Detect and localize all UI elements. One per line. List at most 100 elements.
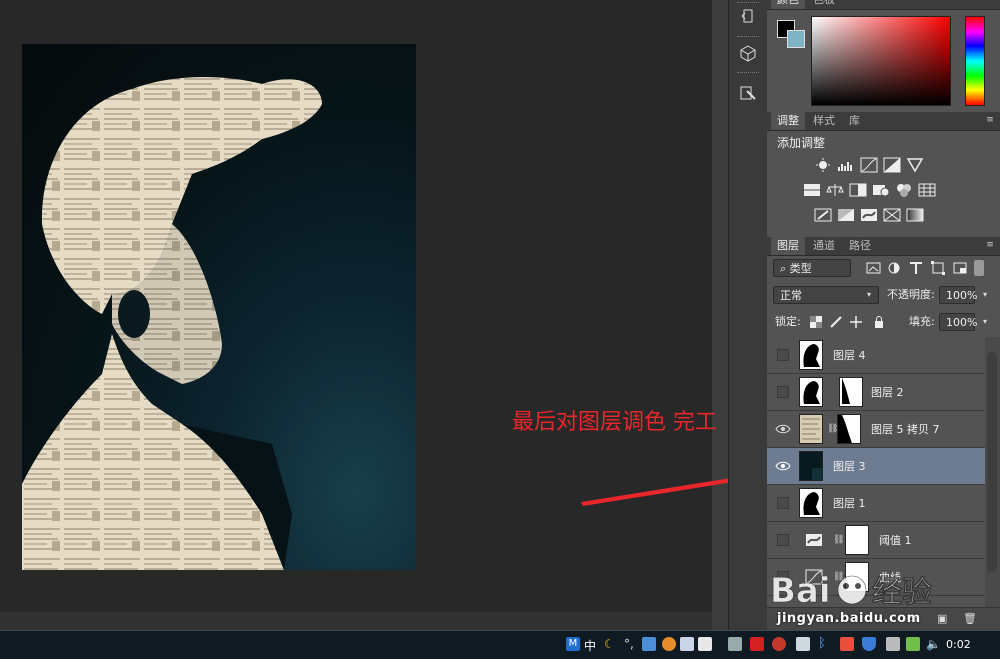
speaker-icon[interactable]: 🔈 xyxy=(926,637,941,651)
visibility-toggle[interactable] xyxy=(777,534,789,546)
tab-swatches[interactable]: 色板 xyxy=(807,0,841,9)
selective-color-icon[interactable] xyxy=(883,207,901,223)
adobe-icon[interactable] xyxy=(750,637,764,651)
color-picker-field[interactable] xyxy=(811,16,951,106)
lock-transparent-icon[interactable] xyxy=(809,315,823,329)
clock[interactable]: 0:02 xyxy=(946,638,971,651)
layer-name: 图层 2 xyxy=(871,386,904,399)
tab-libraries[interactable]: 库 xyxy=(843,112,866,130)
lock-image-icon[interactable] xyxy=(829,315,843,329)
settings-icon[interactable] xyxy=(698,637,712,651)
levels-icon[interactable] xyxy=(837,157,855,173)
tab-channels[interactable]: 通道 xyxy=(807,237,841,255)
tab-layers[interactable]: 图层 xyxy=(771,237,805,255)
lock-position-icon[interactable] xyxy=(849,315,863,329)
channel-mixer-icon[interactable] xyxy=(895,182,913,198)
tab-styles[interactable]: 样式 xyxy=(807,112,841,130)
photo-filter-icon[interactable] xyxy=(872,182,890,198)
exposure-icon[interactable] xyxy=(883,157,901,173)
curves-icon[interactable] xyxy=(860,157,878,173)
3d-panel-button[interactable] xyxy=(735,42,761,64)
power-icon[interactable] xyxy=(886,637,900,651)
panel-menu-icon[interactable]: ≡ xyxy=(984,240,996,250)
eye-icon[interactable] xyxy=(775,459,791,473)
brightness-contrast-icon[interactable] xyxy=(814,157,832,173)
layer-mask-thumbnail[interactable] xyxy=(845,525,869,555)
punctuation-icon[interactable]: °, xyxy=(624,637,638,651)
filter-smart-object-icon[interactable] xyxy=(951,260,969,276)
layer-name: 图层 5 拷贝 7 xyxy=(871,423,940,436)
posterize-icon[interactable] xyxy=(837,207,855,223)
filter-type-icon[interactable] xyxy=(907,260,925,276)
fill-dropdown-icon[interactable]: ▾ xyxy=(977,313,993,331)
layer-thumbnail xyxy=(799,340,823,370)
opacity-value: 100% xyxy=(946,289,978,302)
layer-row[interactable]: 图层 1 xyxy=(767,485,985,522)
hue-saturation-icon[interactable] xyxy=(803,182,821,198)
layer-row[interactable]: 图层 2 xyxy=(767,374,985,411)
link-icon[interactable]: ⛓ xyxy=(833,535,844,545)
security-icon[interactable] xyxy=(772,637,786,651)
canvas-scroll-gutter[interactable] xyxy=(712,0,728,630)
ime-mode-icon[interactable]: M xyxy=(566,637,580,651)
right-panels: 颜色 色板 调整 样式 库 ≡ 添加调整 图层 通道 路径 ≡ ⌕ 类型 xyxy=(767,0,1000,631)
tab-color[interactable]: 颜色 xyxy=(771,0,805,9)
layer-row[interactable]: ⛓ 图层 5 拷贝 7 xyxy=(767,411,985,448)
fill-input[interactable]: 100% xyxy=(939,313,977,331)
layer-mask-thumbnail[interactable] xyxy=(839,377,863,407)
invert-icon[interactable] xyxy=(814,207,832,223)
filter-shape-icon[interactable] xyxy=(929,260,947,276)
silhouette-graphic xyxy=(22,77,322,570)
tab-adjustments[interactable]: 调整 xyxy=(771,112,805,130)
tab-paths[interactable]: 路径 xyxy=(843,237,877,255)
color-lookup-icon[interactable] xyxy=(918,182,936,198)
layers-scroll-thumb[interactable] xyxy=(987,352,997,572)
threshold-icon[interactable] xyxy=(860,207,878,223)
layer-row-selected[interactable]: 图层 3 xyxy=(767,448,985,485)
background-color-swatch[interactable] xyxy=(787,30,805,48)
skin-icon[interactable] xyxy=(680,637,694,651)
dock-grip[interactable] xyxy=(737,72,759,76)
vibrance-icon[interactable] xyxy=(906,157,924,173)
link-icon[interactable]: ⛓ xyxy=(827,424,838,434)
filter-pixel-icon[interactable] xyxy=(865,260,883,276)
eye-icon[interactable] xyxy=(775,422,791,436)
opacity-input[interactable]: 100% xyxy=(939,286,978,304)
layer-row[interactable]: ⛓ 阈值 1 xyxy=(767,522,985,559)
chevron-down-icon[interactable]: ▾ xyxy=(861,286,877,304)
layer-thumbnail xyxy=(799,451,823,481)
lock-label: 锁定: xyxy=(775,315,801,328)
keyboard-icon[interactable] xyxy=(642,637,656,651)
opacity-dropdown-icon[interactable]: ▾ xyxy=(977,286,993,304)
network-drive-icon[interactable] xyxy=(728,637,742,651)
color-balance-icon[interactable] xyxy=(826,182,844,198)
user-icon[interactable] xyxy=(662,637,676,651)
filter-adjustment-icon[interactable] xyxy=(885,260,903,276)
fill-label: 填充: xyxy=(909,315,935,328)
visibility-toggle[interactable] xyxy=(777,386,789,398)
display-icon[interactable] xyxy=(796,637,810,651)
layer-filter-select[interactable]: ⌕ 类型 xyxy=(773,259,851,277)
ime-language-indicator[interactable]: 中 xyxy=(584,637,596,654)
gradient-map-icon[interactable] xyxy=(906,207,924,223)
hue-slider[interactable] xyxy=(965,16,985,106)
visibility-toggle[interactable] xyxy=(777,349,789,361)
lock-all-icon[interactable] xyxy=(872,315,886,329)
filter-toggle-switch[interactable] xyxy=(974,260,984,276)
bluetooth-icon[interactable]: ᛒ xyxy=(818,637,832,651)
watermark-url: jingyan.baidu.com xyxy=(777,611,921,626)
brush-presets-button[interactable] xyxy=(735,82,761,104)
trash-icon[interactable]: 🗑 xyxy=(963,612,977,625)
system-taskbar: M 中 ☾ °, ᛒ 🔈 0:02 xyxy=(0,630,1000,659)
wifi-icon[interactable] xyxy=(906,637,920,651)
volume-alert-icon[interactable] xyxy=(840,637,854,651)
moon-icon[interactable]: ☾ xyxy=(604,637,618,651)
shield-icon[interactable] xyxy=(862,637,876,651)
history-panel-button[interactable] xyxy=(735,6,761,28)
dock-grip[interactable] xyxy=(737,36,759,40)
panel-menu-icon[interactable]: ≡ xyxy=(984,115,996,125)
black-white-icon[interactable] xyxy=(849,182,867,198)
layer-mask-thumbnail[interactable] xyxy=(837,414,861,444)
visibility-toggle[interactable] xyxy=(777,497,789,509)
layer-row[interactable]: 图层 4 xyxy=(767,337,985,374)
